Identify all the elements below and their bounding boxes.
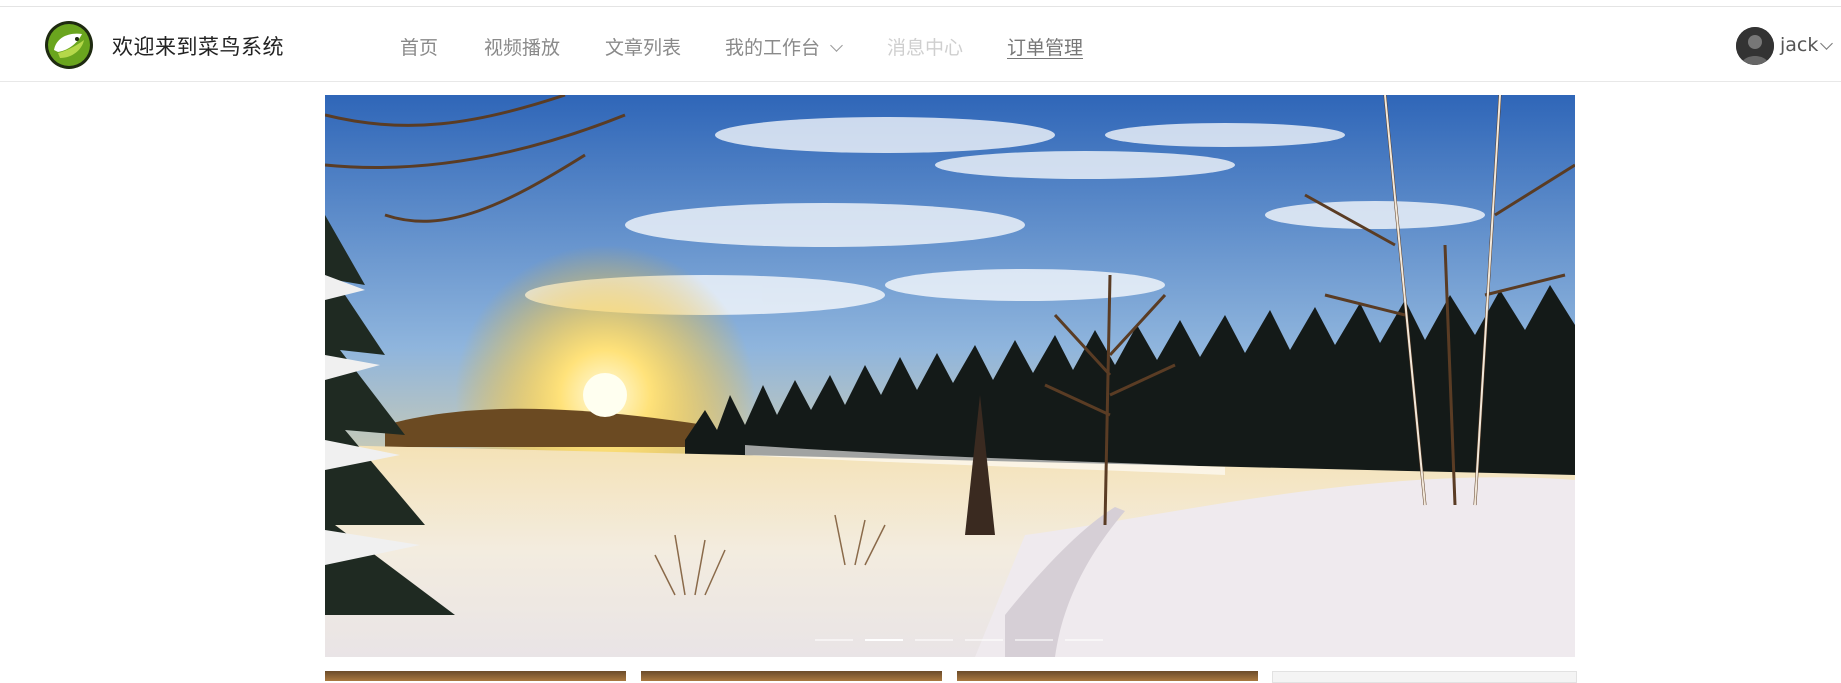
user-avatar-icon[interactable]	[1736, 27, 1774, 65]
site-title: 欢迎来到菜鸟系统	[112, 35, 284, 59]
thumbnail-card[interactable]	[1272, 671, 1577, 683]
chevron-down-icon[interactable]	[1820, 37, 1833, 50]
chevron-down-icon	[830, 39, 843, 52]
thumbnail-card[interactable]	[641, 671, 942, 681]
carousel-indicator[interactable]	[915, 639, 953, 641]
nav-home[interactable]: 首页	[400, 33, 438, 60]
leaf-logo-icon[interactable]	[44, 20, 94, 70]
nav-workbench[interactable]: 我的工作台	[725, 33, 843, 60]
nav-workbench-label: 我的工作台	[725, 37, 821, 59]
carousel-indicator[interactable]	[1015, 639, 1053, 641]
nav-messages: 消息中心	[887, 37, 964, 59]
carousel-indicator[interactable]	[965, 639, 1003, 641]
carousel-indicators	[815, 639, 1103, 641]
carousel-indicator-active[interactable]	[865, 639, 903, 641]
thumbnail-card[interactable]	[957, 671, 1258, 681]
carousel-slide-image	[325, 95, 1575, 657]
nav-orders[interactable]: 订单管理	[1007, 33, 1083, 60]
user-name[interactable]: jack	[1780, 34, 1818, 56]
image-carousel[interactable]	[325, 95, 1575, 657]
carousel-indicator[interactable]	[815, 639, 853, 641]
thumbnail-card[interactable]	[325, 671, 626, 681]
top-navbar: 欢迎来到菜鸟系统 首页 视频播放 文章列表 我的工作台 消息中心 订单管理 ja…	[0, 7, 1841, 82]
carousel-indicator[interactable]	[1065, 639, 1103, 641]
nav-video[interactable]: 视频播放	[484, 33, 560, 60]
nav-articles[interactable]: 文章列表	[605, 33, 681, 60]
